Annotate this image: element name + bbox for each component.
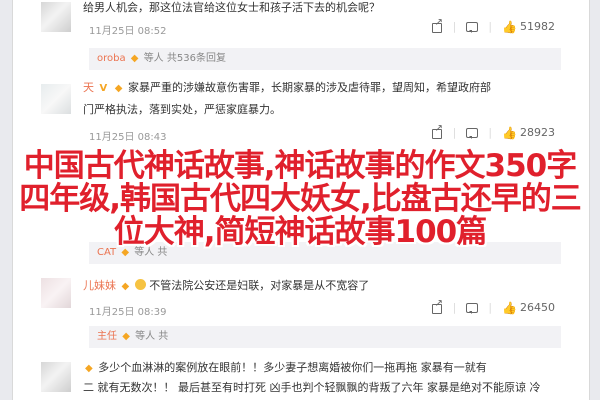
thumbs-up-icon: 👍 xyxy=(502,19,517,34)
comment-timestamp: 11月25日 08:39 xyxy=(89,307,167,318)
vip-badge-icon: ◆ xyxy=(114,83,123,94)
verified-badge-icon: V xyxy=(99,83,108,94)
like-button[interactable]: 👍 28923 xyxy=(502,126,555,139)
comment-icon xyxy=(466,21,479,33)
reply-username[interactable]: oroba xyxy=(97,53,126,64)
reply-summary[interactable]: oroba ◆ 等人 共536条回复 xyxy=(89,48,561,70)
comment-body: 儿妹妹 ◆ 不管法院公安还是妇联，对家暴是从不宽容了 xyxy=(83,278,369,295)
comment-actions: | | 👍51982 xyxy=(431,17,555,33)
reply-count-text: 等人 共536条回复 xyxy=(143,53,226,64)
headline-line-2: 四年级,韩国古代四大妖女,比盘古还早的三 xyxy=(19,181,582,217)
reply-count-text: 等人 共 xyxy=(135,331,169,342)
comment-text-continued: 二 就有无数次！！ 最后甚至有时打死 凶手也判个轻飘飘的背叛了六年 家暴是绝对不… xyxy=(83,381,541,394)
like-button[interactable]: 👍 51982 xyxy=(502,20,555,33)
share-button[interactable] xyxy=(431,123,443,139)
comment-body: 给男人机会，那这位法官给这位女士和孩子活下去的机会呢？ xyxy=(83,0,380,16)
comment-timestamp: 11月25日 08:43 xyxy=(89,132,167,143)
comment-icon xyxy=(466,127,479,139)
vip-badge-icon: ◆ xyxy=(122,331,130,342)
comment-body: 天 V ◆ 家暴严重的涉嫌故意伤害罪，长期家暴的涉及虐待罪，望周知，希望政府部 xyxy=(83,80,491,97)
comment-actions: | | 👍28923 xyxy=(431,123,555,139)
avatar[interactable] xyxy=(41,2,71,32)
like-button[interactable]: 👍 26450 xyxy=(502,301,555,314)
headline-overlay: 中国古代神话故事,神话故事的作文350字 四年级,韩国古代四大妖女,比盘古还早的… xyxy=(0,150,600,249)
comment-button[interactable] xyxy=(466,302,479,314)
emoji-icon xyxy=(134,279,146,290)
comment-text-continued: 门严格执法，落到实处，严惩家庭暴力。 xyxy=(83,103,281,116)
comment-button[interactable] xyxy=(466,127,479,139)
vip-badge-icon: ◆ xyxy=(85,363,93,374)
comment-timestamp: 11月25日 08:52 xyxy=(89,26,167,37)
reply-username[interactable]: 主任 xyxy=(97,331,117,342)
share-button[interactable] xyxy=(431,298,443,314)
thumbs-up-icon: 👍 xyxy=(502,300,517,315)
comment-text: 给男人机会，那这位法官给这位女士和孩子活下去的机会呢？ xyxy=(83,1,380,14)
headline-line-3: 位大神,简短神话故事100篇 xyxy=(113,214,488,250)
vip-badge-icon: ◆ xyxy=(130,53,139,64)
comment-icon xyxy=(466,302,479,314)
share-button[interactable] xyxy=(431,17,443,33)
comment-text: 多少个血淋淋的案例放在眼前！！多少妻子想离婚被你们一拖再拖 家暴有一就有 xyxy=(98,361,487,374)
share-icon xyxy=(431,17,443,33)
comment-body: ◆ 多少个血淋淋的案例放在眼前！！多少妻子想离婚被你们一拖再拖 家暴有一就有 xyxy=(83,360,487,377)
avatar[interactable] xyxy=(41,84,71,114)
page-background: 给男人机会，那这位法官给这位女士和孩子活下去的机会呢？ 11月25日 08:52… xyxy=(0,0,600,400)
like-count: 26450 xyxy=(520,301,555,314)
comment-actions: | | 👍26450 xyxy=(431,298,555,314)
like-count: 51982 xyxy=(520,20,555,33)
like-count: 28923 xyxy=(520,126,555,139)
share-icon xyxy=(431,298,443,314)
comment-text: 家暴严重的涉嫌故意伤害罪，长期家暴的涉及虐待罪，望周知，希望政府部 xyxy=(127,81,491,94)
comment-button[interactable] xyxy=(466,21,479,33)
avatar[interactable] xyxy=(41,278,71,308)
reply-summary[interactable]: 主任 ◆ 等人 共 xyxy=(89,326,561,348)
thumbs-up-icon: 👍 xyxy=(502,125,517,140)
vip-badge-icon: ◆ xyxy=(121,281,130,292)
share-icon xyxy=(431,123,443,139)
comment-username[interactable]: 儿妹妹 xyxy=(83,279,116,292)
comment-username[interactable]: 天 xyxy=(83,81,94,94)
headline-line-1: 中国古代神话故事,神话故事的作文350字 xyxy=(23,148,577,184)
comment-text: 不管法院公安还是妇联，对家暴是从不宽容了 xyxy=(149,279,370,292)
avatar[interactable] xyxy=(41,362,71,392)
